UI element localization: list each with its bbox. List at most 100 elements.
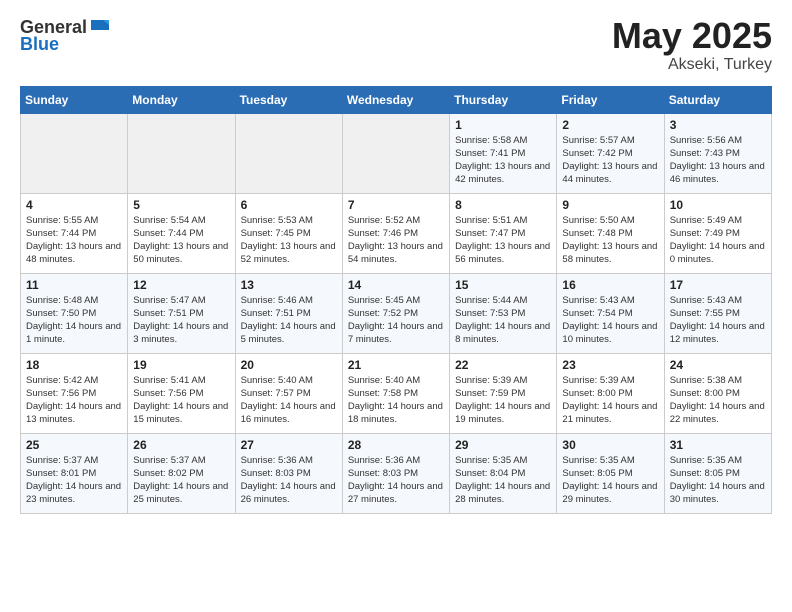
day-info: Sunrise: 5:40 AM Sunset: 7:57 PM Dayligh… [241,374,337,427]
day-number: 3 [670,118,766,132]
day-number: 20 [241,358,337,372]
table-row: 6 Sunrise: 5:53 AM Sunset: 7:45 PM Daylig… [235,193,342,273]
month-title: May 2025 [612,16,772,56]
table-row: 24 Sunrise: 5:38 AM Sunset: 8:00 PM Dayli… [664,353,771,433]
day-number: 5 [133,198,229,212]
day-info: Sunrise: 5:35 AM Sunset: 8:04 PM Dayligh… [455,454,551,507]
day-number: 2 [562,118,658,132]
table-row: 22Sunrise: 5:39 AM Sunset: 7:59 PM Dayli… [450,353,557,433]
day-info: Sunrise: 5:49 AM Sunset: 7:49 PM Dayligh… [670,214,766,267]
table-row: 16 Sunrise: 5:43 AM Sunset: 7:54 PM Dayli… [557,273,664,353]
day-info: Sunrise: 5:35 AM Sunset: 8:05 PM Dayligh… [562,454,658,507]
day-number: 12 [133,278,229,292]
table-row: 15Sunrise: 5:44 AM Sunset: 7:53 PM Dayli… [450,273,557,353]
table-row [21,113,128,193]
day-number: 4 [26,198,122,212]
day-info: Sunrise: 5:35 AM Sunset: 8:05 PM Dayligh… [670,454,766,507]
day-info: Sunrise: 5:47 AM Sunset: 7:51 PM Dayligh… [133,294,229,347]
table-row: 14Sunrise: 5:45 AM Sunset: 7:52 PM Dayli… [342,273,449,353]
table-row [342,113,449,193]
day-info: Sunrise: 5:43 AM Sunset: 7:55 PM Dayligh… [670,294,766,347]
day-info: Sunrise: 5:38 AM Sunset: 8:00 PM Dayligh… [670,374,766,427]
day-number: 31 [670,438,766,452]
table-row: 9 Sunrise: 5:50 AM Sunset: 7:48 PM Daylig… [557,193,664,273]
day-number: 21 [348,358,444,372]
day-info: Sunrise: 5:37 AM Sunset: 8:01 PM Dayligh… [26,454,122,507]
day-info: Sunrise: 5:53 AM Sunset: 7:45 PM Dayligh… [241,214,337,267]
day-info: Sunrise: 5:51 AM Sunset: 7:47 PM Dayligh… [455,214,551,267]
location-subtitle: Akseki, Turkey [612,56,772,74]
calendar-table: Sunday Monday Tuesday Wednesday Thursday… [20,86,772,514]
day-number: 16 [562,278,658,292]
day-number: 25 [26,438,122,452]
col-thursday: Thursday [450,86,557,113]
table-row: 3 Sunrise: 5:56 AM Sunset: 7:43 PM Daylig… [664,113,771,193]
table-row: 19Sunrise: 5:41 AM Sunset: 7:56 PM Dayli… [128,353,235,433]
table-row: 5 Sunrise: 5:54 AM Sunset: 7:44 PM Daylig… [128,193,235,273]
day-number: 17 [670,278,766,292]
col-saturday: Saturday [664,86,771,113]
table-row: 23 Sunrise: 5:39 AM Sunset: 8:00 PM Dayli… [557,353,664,433]
day-info: Sunrise: 5:44 AM Sunset: 7:53 PM Dayligh… [455,294,551,347]
table-row: 12 Sunrise: 5:47 AM Sunset: 7:51 PM Dayli… [128,273,235,353]
day-number: 13 [241,278,337,292]
table-row: 31 Sunrise: 5:35 AM Sunset: 8:05 PM Dayli… [664,433,771,513]
day-info: Sunrise: 5:39 AM Sunset: 7:59 PM Dayligh… [455,374,551,427]
day-number: 24 [670,358,766,372]
logo-icon [89,16,111,38]
logo-blue: Blue [20,34,59,55]
table-row: 13Sunrise: 5:46 AM Sunset: 7:51 PM Dayli… [235,273,342,353]
table-row: 18 Sunrise: 5:42 AM Sunset: 7:56 PM Dayli… [21,353,128,433]
table-row: 11 Sunrise: 5:48 AM Sunset: 7:50 PM Dayli… [21,273,128,353]
day-info: Sunrise: 5:56 AM Sunset: 7:43 PM Dayligh… [670,134,766,187]
day-number: 19 [133,358,229,372]
table-row: 26 Sunrise: 5:37 AM Sunset: 8:02 PM Dayli… [128,433,235,513]
day-info: Sunrise: 5:54 AM Sunset: 7:44 PM Dayligh… [133,214,229,267]
day-number: 29 [455,438,551,452]
table-row: 27Sunrise: 5:36 AM Sunset: 8:03 PM Dayli… [235,433,342,513]
day-info: Sunrise: 5:37 AM Sunset: 8:02 PM Dayligh… [133,454,229,507]
calendar-week-3: 11 Sunrise: 5:48 AM Sunset: 7:50 PM Dayli… [21,273,772,353]
day-number: 6 [241,198,337,212]
table-row: 29 Sunrise: 5:35 AM Sunset: 8:04 PM Dayli… [450,433,557,513]
col-tuesday: Tuesday [235,86,342,113]
day-number: 9 [562,198,658,212]
day-info: Sunrise: 5:57 AM Sunset: 7:42 PM Dayligh… [562,134,658,187]
day-number: 27 [241,438,337,452]
day-info: Sunrise: 5:42 AM Sunset: 7:56 PM Dayligh… [26,374,122,427]
table-row: 8Sunrise: 5:51 AM Sunset: 7:47 PM Daylig… [450,193,557,273]
table-row: 28Sunrise: 5:36 AM Sunset: 8:03 PM Dayli… [342,433,449,513]
calendar-week-4: 18 Sunrise: 5:42 AM Sunset: 7:56 PM Dayli… [21,353,772,433]
table-row: 7Sunrise: 5:52 AM Sunset: 7:46 PM Daylig… [342,193,449,273]
day-number: 30 [562,438,658,452]
table-row: 2 Sunrise: 5:57 AM Sunset: 7:42 PM Daylig… [557,113,664,193]
table-row: 17 Sunrise: 5:43 AM Sunset: 7:55 PM Dayli… [664,273,771,353]
logo: General Blue [20,16,113,55]
calendar-week-1: 1Sunrise: 5:58 AM Sunset: 7:41 PM Daylig… [21,113,772,193]
day-number: 28 [348,438,444,452]
table-row: 1Sunrise: 5:58 AM Sunset: 7:41 PM Daylig… [450,113,557,193]
day-info: Sunrise: 5:43 AM Sunset: 7:54 PM Dayligh… [562,294,658,347]
table-row: 20 Sunrise: 5:40 AM Sunset: 7:57 PM Dayli… [235,353,342,433]
table-row [235,113,342,193]
table-row: 10 Sunrise: 5:49 AM Sunset: 7:49 PM Dayli… [664,193,771,273]
day-info: Sunrise: 5:52 AM Sunset: 7:46 PM Dayligh… [348,214,444,267]
day-number: 14 [348,278,444,292]
page-header: General Blue May 2025 Akseki, Turkey [20,16,772,74]
day-info: Sunrise: 5:48 AM Sunset: 7:50 PM Dayligh… [26,294,122,347]
day-number: 26 [133,438,229,452]
day-number: 1 [455,118,551,132]
day-number: 11 [26,278,122,292]
day-info: Sunrise: 5:39 AM Sunset: 8:00 PM Dayligh… [562,374,658,427]
title-block: May 2025 Akseki, Turkey [612,16,772,74]
calendar-week-5: 25 Sunrise: 5:37 AM Sunset: 8:01 PM Dayli… [21,433,772,513]
calendar-week-2: 4Sunrise: 5:55 AM Sunset: 7:44 PM Daylig… [21,193,772,273]
day-number: 18 [26,358,122,372]
day-number: 10 [670,198,766,212]
day-info: Sunrise: 5:50 AM Sunset: 7:48 PM Dayligh… [562,214,658,267]
header-row: Sunday Monday Tuesday Wednesday Thursday… [21,86,772,113]
col-wednesday: Wednesday [342,86,449,113]
table-row [128,113,235,193]
day-number: 23 [562,358,658,372]
col-friday: Friday [557,86,664,113]
